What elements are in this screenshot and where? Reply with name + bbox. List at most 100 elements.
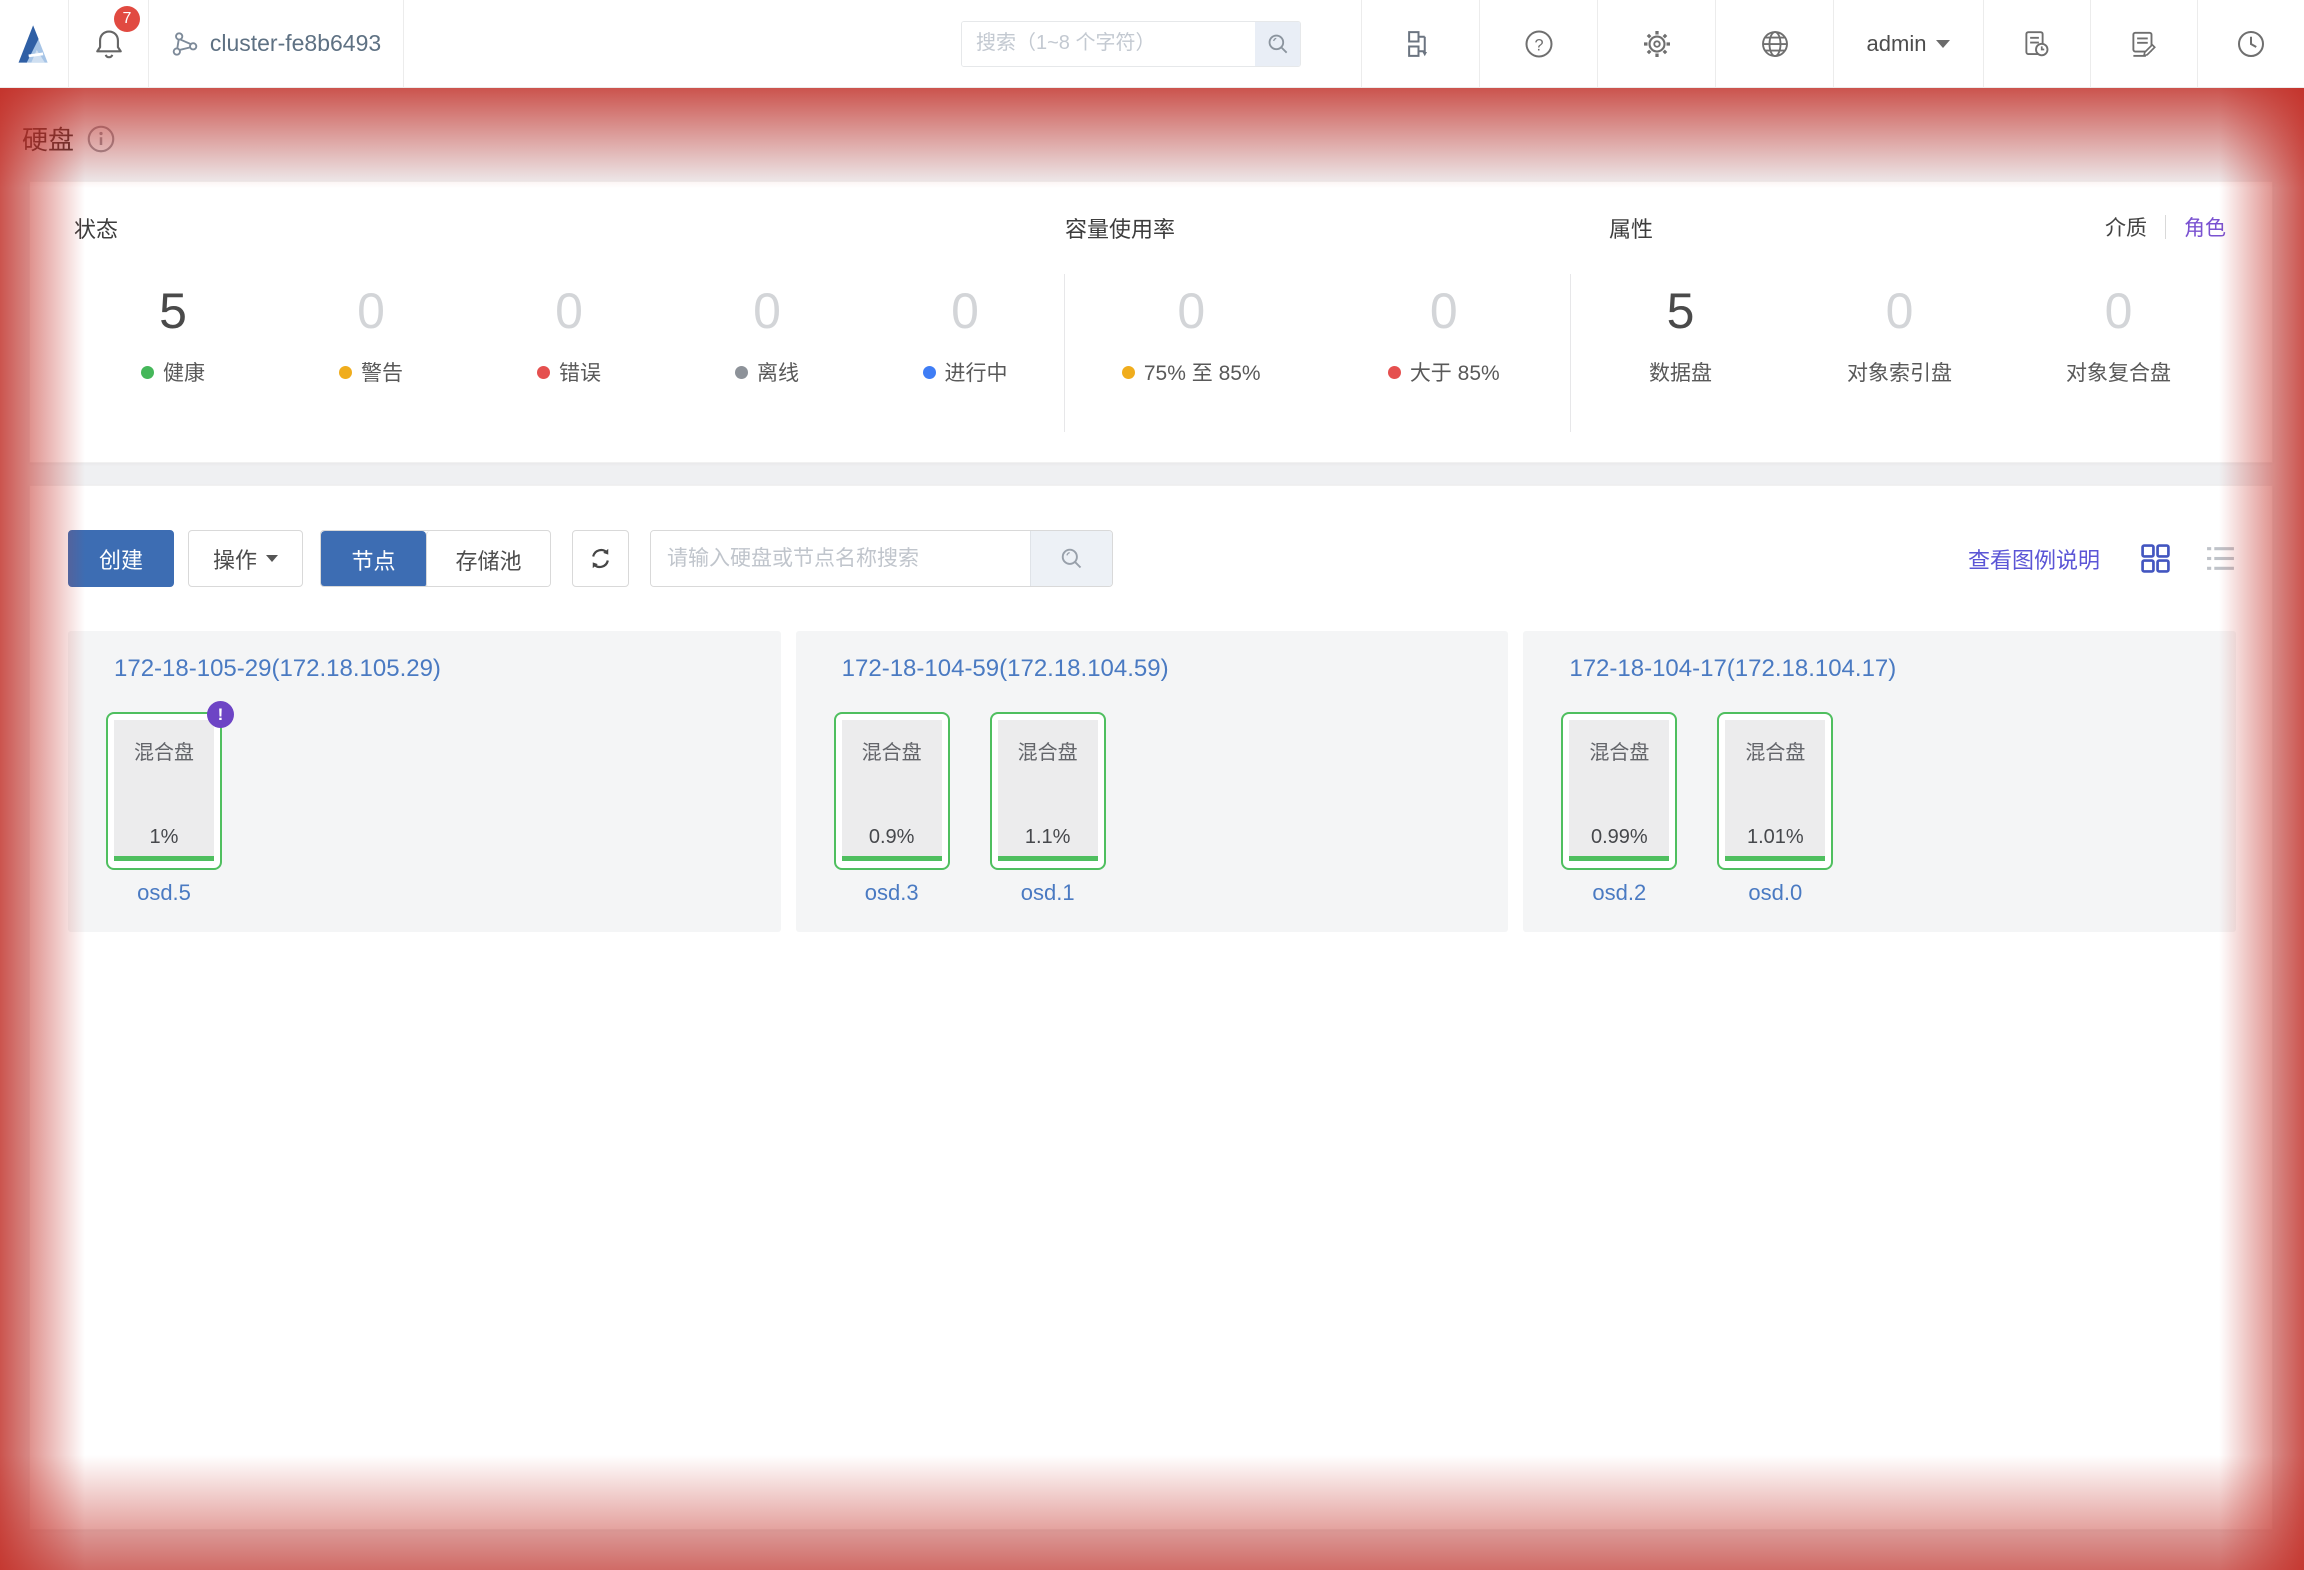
stat-healthy: 5 健康 [74,270,272,462]
stat-label-row: 错误 [537,357,601,387]
disk-usage-bar [998,856,1098,861]
stat-label-row: 健康 [141,357,205,387]
content-area: 硬盘 状态 5 健康 [0,88,2304,1570]
stat-label: 对象索引盘 [1847,357,1952,387]
disk-item: 混合盘 1.1% osd.1 [990,712,1106,906]
disk-tile[interactable]: 混合盘 1% ! [106,712,222,870]
topology-icon [1406,29,1436,59]
disk-usage-bar [1569,856,1669,861]
search-icon [1058,545,1085,572]
operation-log-button[interactable] [2090,0,2197,87]
disk-alert-badge[interactable]: ! [207,701,234,728]
disk-tile[interactable]: 混合盘 1.01% [1717,712,1833,870]
list-view-icon[interactable] [2205,543,2236,574]
disk-item: 混合盘 0.9% osd.3 [834,712,950,906]
toolbar: 创建 操作 节点 存储池 [68,530,2236,587]
node-title[interactable]: 172-18-104-17(172.18.104.17) [1569,655,2236,683]
global-search-button[interactable] [1255,22,1300,66]
app-logo[interactable] [0,0,68,87]
cluster-selector[interactable]: cluster-fe8b6493 [148,0,404,87]
disk-search-button[interactable] [1030,531,1112,586]
stat-object-compound-disk: 0 对象复合盘 [2009,270,2228,462]
capacity-columns: 0 75% 至 85% 0 大于 85% [1065,270,1570,462]
refresh-button[interactable] [572,530,629,587]
help-button[interactable]: ? [1479,0,1597,87]
stat-label-row: 75% 至 85% [1122,357,1261,387]
disk-list: 混合盘 0.99% osd.2 混合盘 [1561,712,2236,906]
disk-name[interactable]: osd.3 [834,880,950,906]
notifications-button[interactable]: 7 [68,0,148,87]
user-menu[interactable]: admin [1833,0,1983,87]
stat-label: 警告 [361,357,403,387]
disk-search [650,530,1113,587]
attribute-section: 属性 5 数据盘 0 对象索引盘 0 [1571,212,2228,462]
task-log-button[interactable] [1983,0,2090,87]
status-section: 状态 5 健康 0 警告 [74,212,1064,462]
disk-list-panel: 创建 操作 节点 存储池 [29,485,2273,1530]
disk-usage-bar [842,856,942,861]
stat-value: 0 [2105,284,2133,339]
stat-label-row: 对象索引盘 [1847,357,1952,387]
disk-type: 混合盘 [134,736,194,765]
tab-node[interactable]: 节点 [321,531,426,587]
disk-stats-panel: 状态 5 健康 0 警告 [29,181,2273,463]
tab-storage-pool[interactable]: 存储池 [426,531,550,587]
toggle-role[interactable]: 角色 [2184,212,2226,242]
history-button[interactable] [2197,0,2304,87]
usage-gt-85-dot-icon [1388,366,1401,379]
stat-label-row: 警告 [339,357,403,387]
stat-label-row: 离线 [735,357,799,387]
grid-view-icon[interactable] [2140,543,2171,574]
disk-name[interactable]: osd.0 [1717,880,1833,906]
operate-dropdown-button[interactable]: 操作 [188,530,303,587]
disk-usage-bar [1725,856,1825,861]
disk-name[interactable]: osd.5 [106,880,222,906]
disk-tile-body: 混合盘 0.99% [1569,720,1669,861]
stat-label: 大于 85% [1410,357,1500,387]
stat-value: 0 [951,284,979,339]
stat-label-row: 对象复合盘 [2066,357,2171,387]
disk-list: 混合盘 1% ! osd.5 [106,712,781,906]
capacity-section-title: 容量使用率 [1065,212,1570,244]
topology-button[interactable] [1361,0,1479,87]
node-card: 172-18-105-29(172.18.105.29) 混合盘 1% ! [68,631,781,932]
stat-data-disk: 5 数据盘 [1571,270,1790,462]
stat-value: 0 [357,284,385,339]
disk-item: 混合盘 0.99% osd.2 [1561,712,1677,906]
settings-button[interactable] [1597,0,1715,87]
stat-usage-gt-85: 0 大于 85% [1318,270,1571,462]
disk-item: 混合盘 1% ! osd.5 [106,712,222,906]
disk-tile[interactable]: 混合盘 1.1% [990,712,1106,870]
legend-link[interactable]: 查看图例说明 [1968,543,2100,575]
global-search-input[interactable] [962,22,1255,66]
info-icon[interactable] [86,124,116,154]
chevron-down-icon [266,555,278,562]
stat-label: 健康 [163,357,205,387]
view-switcher [2140,543,2236,574]
node-title[interactable]: 172-18-104-59(172.18.104.59) [842,655,1509,683]
stat-label: 错误 [559,357,601,387]
header-spacer [404,0,961,87]
status-section-title: 状态 [74,212,1064,244]
stat-value: 0 [1177,284,1205,339]
disk-tile[interactable]: 混合盘 0.99% [1561,712,1677,870]
node-title[interactable]: 172-18-105-29(172.18.105.29) [114,655,781,683]
warning-dot-icon [339,366,352,379]
create-button[interactable]: 创建 [68,530,174,587]
toggle-media[interactable]: 介质 [2105,212,2147,242]
logo-icon [14,22,54,65]
disk-type: 混合盘 [862,736,922,765]
stat-object-index-disk: 0 对象索引盘 [1790,270,2009,462]
stat-warning: 0 警告 [272,270,470,462]
language-button[interactable] [1715,0,1833,87]
disk-search-input[interactable] [651,531,1030,586]
disk-item: 混合盘 1.01% osd.0 [1717,712,1833,906]
disk-name[interactable]: osd.2 [1561,880,1677,906]
stat-value: 5 [1667,284,1695,339]
stat-label: 离线 [757,357,799,387]
cluster-name: cluster-fe8b6493 [210,30,381,57]
disk-name[interactable]: osd.1 [990,880,1106,906]
disk-tile[interactable]: 混合盘 0.9% [834,712,950,870]
stat-label-row: 进行中 [923,357,1008,387]
stat-value: 0 [1430,284,1458,339]
